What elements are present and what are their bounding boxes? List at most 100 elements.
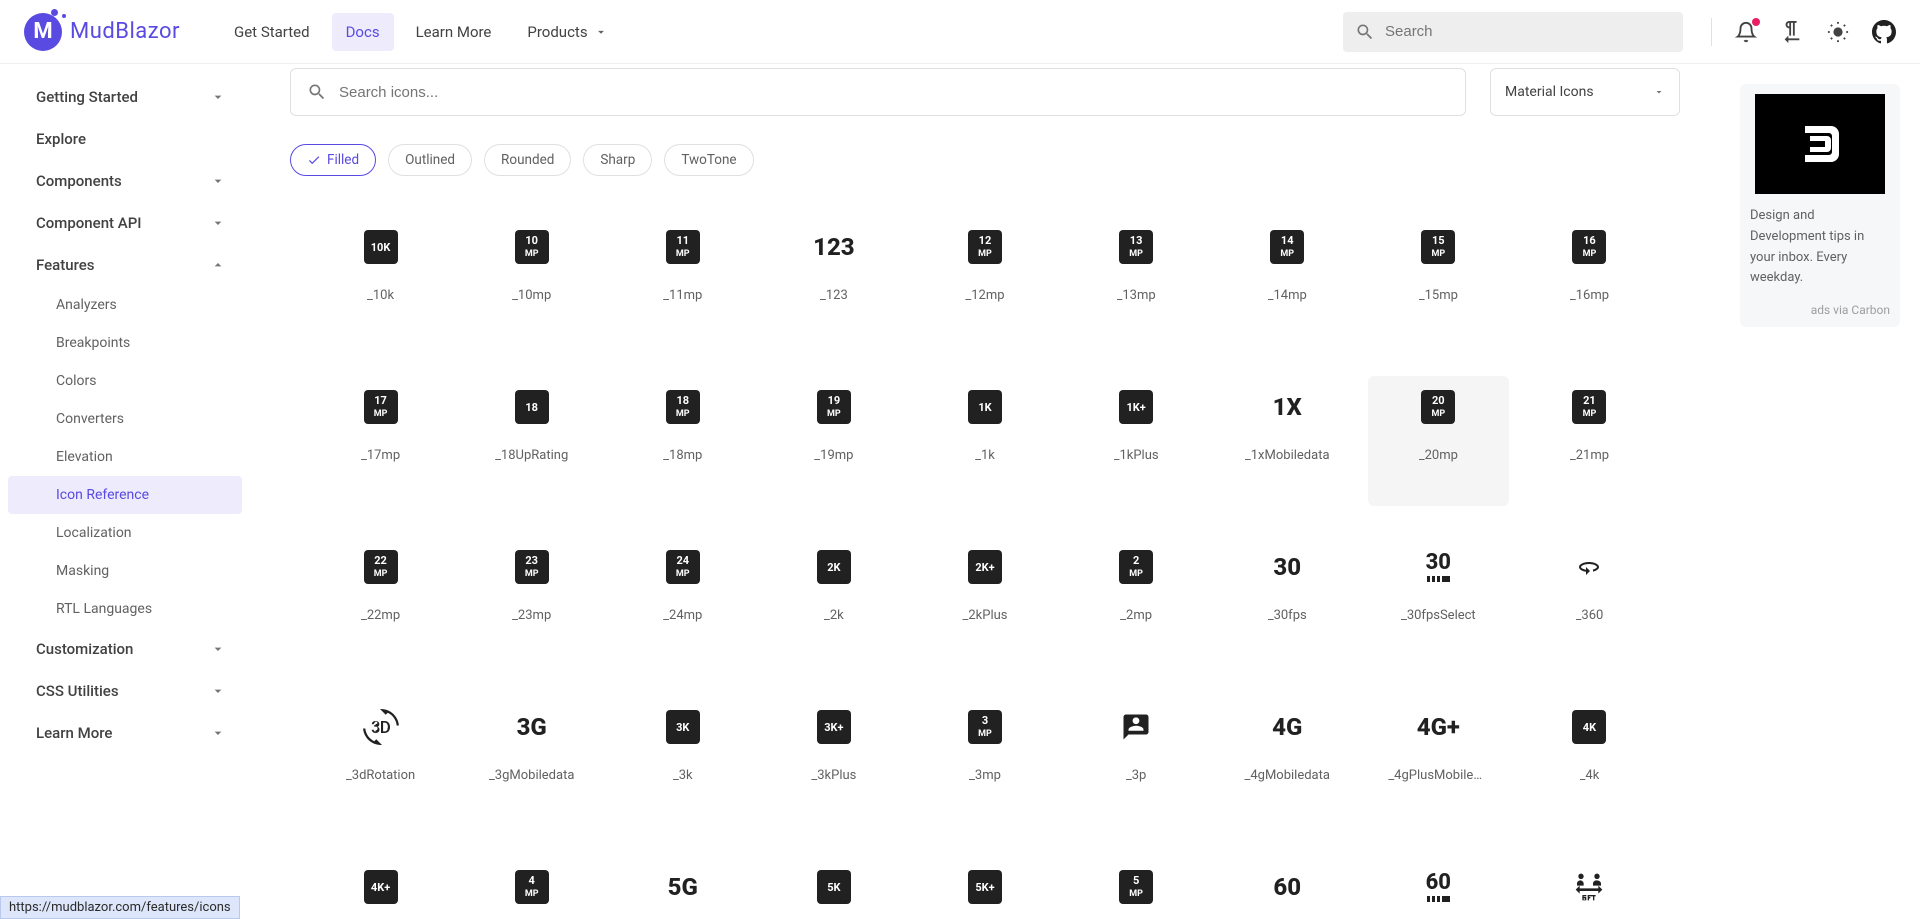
- icon-5g[interactable]: 5G_5g: [612, 856, 753, 919]
- icon-glyph: 4K: [1572, 710, 1606, 744]
- sidebar-sub-masking[interactable]: Masking: [0, 552, 250, 590]
- nav-get-started[interactable]: Get Started: [220, 13, 324, 51]
- icon-4mp[interactable]: 4MP_4mp: [461, 856, 602, 919]
- brand-text: MudBlazor: [70, 19, 180, 44]
- icon-19mp[interactable]: 19MP_19mp: [763, 376, 904, 506]
- icon-2mp[interactable]: 2MP_2mp: [1066, 536, 1207, 666]
- sidebar-css-utilities[interactable]: CSS Utilities: [0, 670, 250, 712]
- icon-30fpsSelect[interactable]: 30_30fpsSelect: [1368, 536, 1509, 666]
- icon-label: _16mp: [1570, 288, 1609, 303]
- icon-6FtApart[interactable]: _6FtApart: [1519, 856, 1660, 919]
- carbon-ad[interactable]: Design and Development tips in your inbo…: [1740, 84, 1900, 327]
- chip-filled[interactable]: Filled: [290, 144, 376, 176]
- sidebar-sub-analyzers[interactable]: Analyzers: [0, 286, 250, 324]
- global-search[interactable]: [1343, 12, 1683, 52]
- icon-4gPlusMobiledata[interactable]: 4G+_4gPlusMobiledata: [1368, 696, 1509, 826]
- icon-label: _3k: [673, 768, 693, 783]
- icon-5mp[interactable]: 5MP_5mp: [1066, 856, 1207, 919]
- icon-1xMobiledata[interactable]: 1X_1xMobiledata: [1217, 376, 1358, 506]
- icon-15mp[interactable]: 15MP_15mp: [1368, 216, 1509, 346]
- icon-label: _10k: [367, 288, 394, 303]
- icon-20mp[interactable]: 20MP_20mp: [1368, 376, 1509, 506]
- icon-search-input[interactable]: [339, 84, 1449, 101]
- sidebar-sub-breakpoints[interactable]: Breakpoints: [0, 324, 250, 362]
- chip-sharp[interactable]: Sharp: [583, 144, 652, 176]
- icon-24mp[interactable]: 24MP_24mp: [612, 536, 753, 666]
- theme-toggle-icon[interactable]: [1826, 20, 1850, 44]
- icon-5kPlus[interactable]: 5K+_5kPlus: [914, 856, 1055, 919]
- icon-11mp[interactable]: 11MP_11mp: [612, 216, 753, 346]
- sidebar-sub-rtl-languages[interactable]: RTL Languages: [0, 590, 250, 628]
- sidebar-sub-icon-reference[interactable]: Icon Reference: [8, 476, 242, 514]
- icon-label: _1xMobiledata: [1245, 448, 1330, 463]
- icon-glyph: 60: [1426, 870, 1451, 904]
- chip-outlined[interactable]: Outlined: [388, 144, 472, 176]
- icon-60fpsSelect[interactable]: 60_60fpsSelect: [1368, 856, 1509, 919]
- sidebar-features[interactable]: Features: [0, 244, 250, 286]
- sidebar-sub-elevation[interactable]: Elevation: [0, 438, 250, 476]
- icon-10mp[interactable]: 10MP_10mp: [461, 216, 602, 346]
- ad-attribution: ads via Carbon: [1750, 303, 1890, 317]
- icon-3gMobiledata[interactable]: 3G_3gMobiledata: [461, 696, 602, 826]
- icon-label: _30fpsSelect: [1401, 608, 1476, 623]
- icon-2kPlus[interactable]: 2K+_2kPlus: [914, 536, 1055, 666]
- icon-14mp[interactable]: 14MP_14mp: [1217, 216, 1358, 346]
- status-bar-url: https://mudblazor.com/features/icons: [0, 896, 240, 919]
- icon-21mp[interactable]: 21MP_21mp: [1519, 376, 1660, 506]
- icon-glyph: 18: [515, 390, 549, 424]
- sidebar-sub-colors[interactable]: Colors: [0, 362, 250, 400]
- icon-glyph: 24MP: [666, 550, 700, 584]
- global-search-input[interactable]: [1385, 23, 1671, 40]
- logo[interactable]: M MudBlazor: [24, 13, 180, 51]
- icon-1k[interactable]: 1K_1k: [914, 376, 1055, 506]
- icon-3k[interactable]: 3K_3k: [612, 696, 753, 826]
- icon-22mp[interactable]: 22MP_22mp: [310, 536, 451, 666]
- icon-123[interactable]: 123_123: [763, 216, 904, 346]
- sidebar-components[interactable]: Components: [0, 160, 250, 202]
- nav-docs[interactable]: Docs: [332, 13, 394, 51]
- icon-glyph: 5K: [817, 870, 851, 904]
- icon-18UpRating[interactable]: 18_18UpRating: [461, 376, 602, 506]
- icon-5k[interactable]: 5K_5k: [763, 856, 904, 919]
- icon-2k[interactable]: 2K_2k: [763, 536, 904, 666]
- icon-type-select[interactable]: Material Icons: [1490, 68, 1680, 116]
- rtl-toggle-icon[interactable]: [1780, 20, 1804, 44]
- icon-3dRotation[interactable]: _3dRotation: [310, 696, 451, 826]
- icon-label: _15mp: [1419, 288, 1458, 303]
- icon-3kPlus[interactable]: 3K+_3kPlus: [763, 696, 904, 826]
- icon-label: _1kPlus: [1114, 448, 1159, 463]
- icon-30fps[interactable]: 30_30fps: [1217, 536, 1358, 666]
- icon-label: _18mp: [663, 448, 702, 463]
- sidebar-sub-localization[interactable]: Localization: [0, 514, 250, 552]
- chip-rounded[interactable]: Rounded: [484, 144, 571, 176]
- icon-16mp[interactable]: 16MP_16mp: [1519, 216, 1660, 346]
- icon-3p[interactable]: _3p: [1066, 696, 1207, 826]
- icon-10k[interactable]: 10K_10k: [310, 216, 451, 346]
- github-icon[interactable]: [1872, 20, 1896, 44]
- sidebar-getting-started[interactable]: Getting Started: [0, 76, 250, 118]
- notifications-icon[interactable]: [1734, 20, 1758, 44]
- icon-1kPlus[interactable]: 1K+_1kPlus: [1066, 376, 1207, 506]
- icon-23mp[interactable]: 23MP_23mp: [461, 536, 602, 666]
- icon-search-box[interactable]: [290, 68, 1466, 116]
- icon-360[interactable]: _360: [1519, 536, 1660, 666]
- icon-4gMobiledata[interactable]: 4G_4gMobiledata: [1217, 696, 1358, 826]
- nav-learn-more[interactable]: Learn More: [402, 13, 506, 51]
- icon-3mp[interactable]: 3MP_3mp: [914, 696, 1055, 826]
- icon-4kPlus[interactable]: 4K+_4kPlus: [310, 856, 451, 919]
- icon-17mp[interactable]: 17MP_17mp: [310, 376, 451, 506]
- nav-products[interactable]: Products: [513, 13, 621, 51]
- sidebar-customization[interactable]: Customization: [0, 628, 250, 670]
- sidebar-learn-more[interactable]: Learn More: [0, 712, 250, 754]
- icon-13mp[interactable]: 13MP_13mp: [1066, 216, 1207, 346]
- icon-18mp[interactable]: 18MP_18mp: [612, 376, 753, 506]
- icon-60fps[interactable]: 60_60fps: [1217, 856, 1358, 919]
- chip-twotone[interactable]: TwoTone: [664, 144, 753, 176]
- icon-label: _123: [820, 288, 848, 303]
- icon-12mp[interactable]: 12MP_12mp: [914, 216, 1055, 346]
- sidebar-component-api[interactable]: Component API: [0, 202, 250, 244]
- sidebar-explore[interactable]: Explore: [0, 118, 250, 160]
- icon-4k[interactable]: 4K_4k: [1519, 696, 1660, 826]
- icon-glyph: 5MP: [1119, 870, 1153, 904]
- sidebar-sub-converters[interactable]: Converters: [0, 400, 250, 438]
